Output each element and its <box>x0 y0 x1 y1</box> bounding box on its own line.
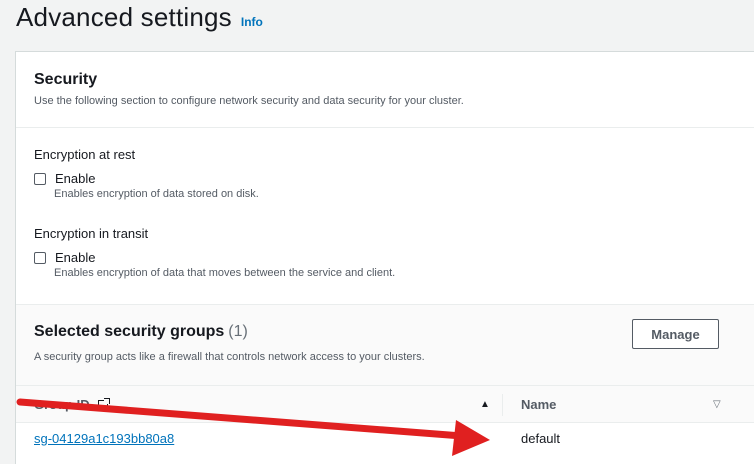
annotation-arrow <box>16 398 490 456</box>
arrow-shaft <box>16 398 466 440</box>
arrow-head <box>452 420 490 456</box>
